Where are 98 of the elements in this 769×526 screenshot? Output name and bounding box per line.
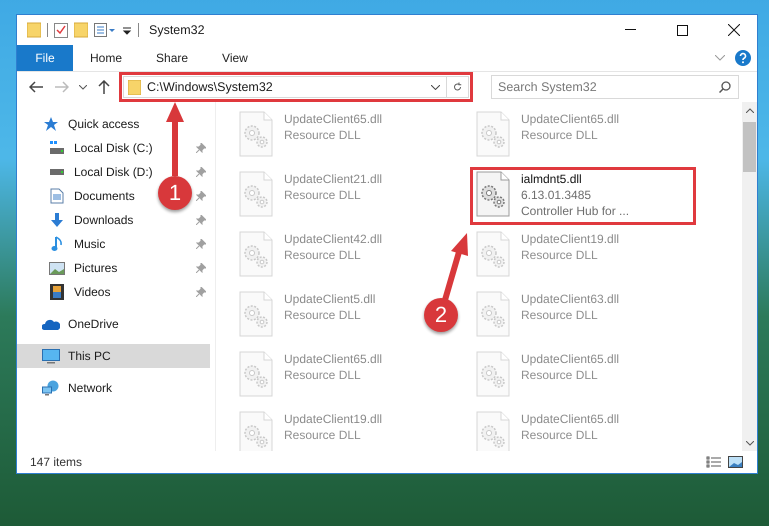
forward-arrow-icon — [55, 81, 69, 93]
sidebar-item[interactable]: This PC — [68, 349, 111, 363]
close-icon — [728, 24, 740, 36]
sidebar-item[interactable]: Local Disk (C:) — [74, 141, 153, 155]
pin-icon[interactable] — [196, 239, 206, 249]
file-name: UpdateClient21.dll — [284, 171, 382, 187]
dropdown-icon[interactable] — [431, 84, 440, 90]
sidebar-item[interactable]: Downloads — [74, 213, 134, 227]
file-detail: Resource DLL — [521, 307, 599, 323]
sidebar-item[interactable]: Videos — [74, 285, 110, 299]
pin-icon[interactable] — [196, 191, 206, 201]
file-detail: Resource DLL — [284, 367, 362, 383]
file-gear-icon — [238, 231, 274, 277]
sidebar-item[interactable]: Quick access — [68, 117, 140, 131]
caret-icon — [79, 84, 87, 90]
drive-icon — [49, 168, 65, 176]
file-gear-icon — [475, 351, 511, 397]
ribbon-tab[interactable]: View — [205, 45, 265, 71]
pin-icon[interactable] — [196, 215, 206, 225]
item-count: 147 items — [30, 455, 84, 469]
file-detail: Resource DLL — [284, 187, 362, 203]
music-note-icon — [51, 236, 63, 252]
ribbon-tab[interactable]: File — [17, 45, 73, 71]
file-detail: Resource DLL — [284, 247, 362, 263]
file-gear-icon — [475, 291, 511, 337]
thumbnail-view-icon[interactable] — [728, 456, 743, 468]
file-detail: Resource DLL — [521, 427, 599, 443]
file-name: UpdateClient63.dll — [521, 291, 620, 307]
monitor-icon — [42, 348, 60, 364]
pin-icon[interactable] — [196, 263, 206, 273]
sidebar-item[interactable]: Music — [74, 237, 106, 251]
properties-icon[interactable] — [94, 23, 116, 37]
file-name: UpdateClient65.dll — [521, 351, 620, 367]
file-detail: Resource DLL — [284, 127, 362, 143]
file-detail: Resource DLL — [521, 247, 599, 263]
file-detail: 6.13.01.3485 — [521, 187, 592, 203]
scrollbar[interactable] — [742, 102, 757, 451]
file-detail: Controller Hub for ... — [521, 203, 630, 219]
drive-icon — [49, 141, 65, 155]
scroll-down-icon[interactable] — [746, 440, 754, 446]
file-name: UpdateClient65.dll — [521, 411, 620, 427]
up-arrow-icon — [98, 80, 110, 94]
sidebar-item[interactable]: OneDrive — [68, 317, 119, 331]
refresh-icon — [453, 81, 462, 93]
sidebar-item[interactable]: Network — [68, 381, 112, 395]
file-detail: Resource DLL — [521, 127, 599, 143]
ribbon-tab[interactable]: Home — [73, 45, 140, 71]
picture-icon — [49, 262, 65, 274]
ribbon-tab[interactable]: Share — [139, 45, 206, 71]
sidebar-item[interactable]: Pictures — [74, 261, 118, 275]
document-icon — [50, 188, 64, 204]
window-title: System32 — [149, 23, 206, 37]
arrow — [442, 233, 468, 301]
star-icon — [43, 116, 59, 132]
file-name: UpdateClient65.dll — [284, 351, 382, 367]
checklist-icon[interactable] — [54, 22, 68, 38]
address-field[interactable]: C:\Windows\System32 — [123, 76, 469, 98]
back-arrow-icon — [29, 81, 43, 93]
chevron-icon[interactable] — [715, 55, 725, 61]
pin-icon[interactable] — [196, 167, 206, 177]
help-icon[interactable] — [735, 50, 751, 66]
file-gear-icon — [475, 231, 511, 277]
sidebar-item[interactable]: Documents — [74, 189, 135, 203]
scroll-thumb[interactable] — [743, 122, 756, 172]
file-gear-icon — [238, 291, 274, 337]
file-detail: Resource DLL — [284, 307, 362, 323]
pin-icon[interactable] — [196, 143, 206, 153]
sidebar-item[interactable]: Local Disk (D:) — [74, 165, 153, 179]
file-gear-icon — [238, 111, 274, 157]
cloud-icon — [42, 318, 60, 330]
file-name: UpdateClient65.dll — [521, 111, 620, 127]
file-name: UpdateClient65.dll — [284, 111, 382, 127]
pin-icon[interactable] — [196, 287, 206, 297]
file-item[interactable]: ialmdnt5.dll 6.13.01.3485 Controller Hub for ... — [470, 167, 696, 225]
file-name: UpdateClient19.dll — [284, 411, 382, 427]
file-name: ialmdnt5.dll — [521, 171, 583, 187]
file-gear-icon — [238, 171, 274, 217]
file-detail: Resource DLL — [521, 367, 599, 383]
file-name: UpdateClient19.dll — [521, 231, 620, 247]
file-gear-icon — [238, 351, 274, 397]
search-icon[interactable] — [719, 81, 731, 93]
search-field[interactable]: Search System32 — [491, 75, 739, 99]
film-icon — [50, 284, 64, 300]
dropdown-icon[interactable] — [122, 25, 132, 35]
file-gear-icon — [475, 411, 511, 451]
details-view-icon[interactable] — [706, 456, 722, 468]
file-gear-icon — [238, 411, 274, 451]
download-arrow-icon — [49, 212, 65, 228]
file-gear-icon — [475, 171, 511, 217]
file-name: UpdateClient42.dll — [284, 231, 382, 247]
folder-icon — [128, 80, 141, 94]
file-detail: Resource DLL — [284, 427, 362, 443]
network-globe-icon — [42, 380, 60, 396]
file-gear-icon — [475, 111, 511, 157]
scroll-up-icon[interactable] — [746, 108, 754, 112]
maximize-icon — [676, 24, 688, 36]
minimize-icon — [624, 29, 636, 31]
file-name: UpdateClient5.dll — [284, 291, 376, 307]
